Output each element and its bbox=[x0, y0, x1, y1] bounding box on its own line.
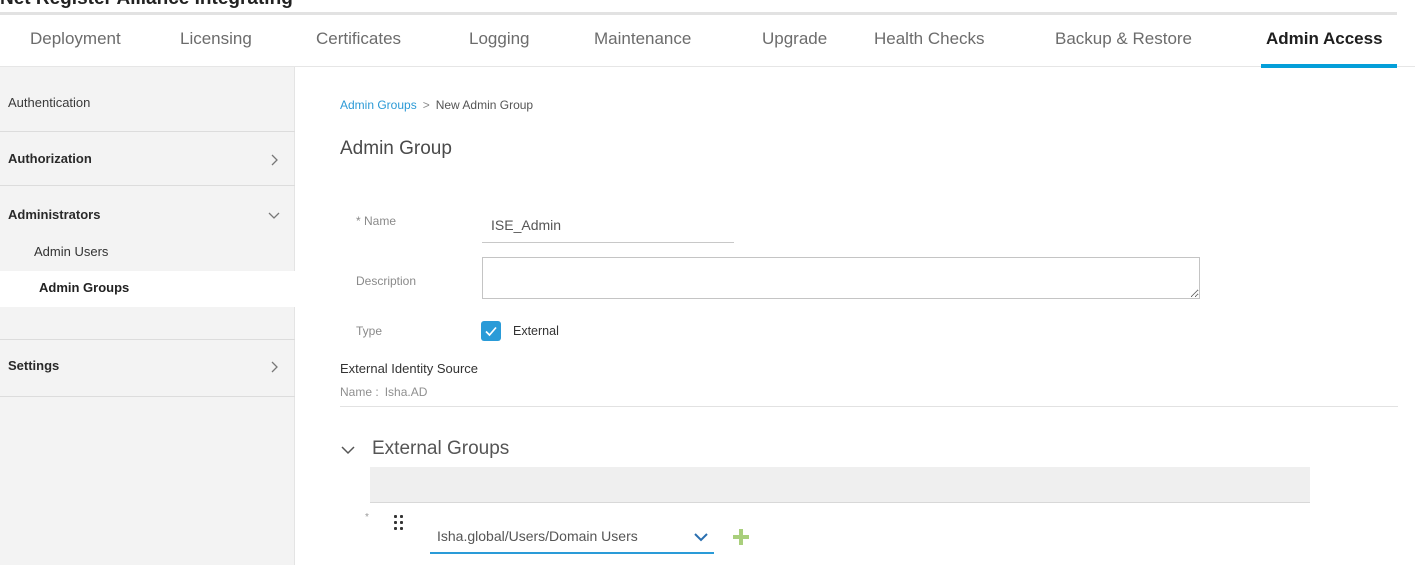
sidebar-divider bbox=[0, 185, 295, 186]
sidebar-item-authorization[interactable]: Authorization bbox=[0, 151, 295, 169]
identity-source-name-value: Isha.AD bbox=[384, 385, 428, 399]
external-checkbox[interactable] bbox=[481, 321, 501, 341]
page-title: Admin Group bbox=[340, 138, 452, 159]
tab-licensing[interactable]: Licensing bbox=[180, 15, 252, 67]
breadcrumb-separator: > bbox=[422, 98, 430, 112]
external-groups-header-bar bbox=[370, 467, 1310, 503]
sidebar-item-administrators[interactable]: Administrators bbox=[0, 207, 295, 225]
chevron-down-icon bbox=[268, 212, 280, 219]
tab-upgrade[interactable]: Upgrade bbox=[762, 15, 827, 67]
name-field[interactable] bbox=[482, 207, 734, 243]
cut-off-header-text: Net Register Alliance Integrating bbox=[0, 0, 293, 10]
name-label: * Name bbox=[356, 214, 397, 228]
external-group-select-value: Isha.global/Users/Domain Users bbox=[437, 528, 638, 544]
sidebar-item-label: Administrators bbox=[8, 207, 101, 222]
breadcrumb: Admin Groups > New Admin Group bbox=[340, 98, 533, 112]
cut-off-header: Net Register Alliance Integrating bbox=[0, 0, 1415, 10]
chevron-right-icon bbox=[271, 361, 278, 373]
external-groups-title: External Groups bbox=[372, 438, 510, 459]
tab-maintenance[interactable]: Maintenance bbox=[594, 15, 691, 67]
active-tab-indicator bbox=[1261, 64, 1397, 68]
sidebar-divider bbox=[0, 339, 295, 340]
sidebar-divider bbox=[0, 396, 295, 397]
drag-handle-icon[interactable] bbox=[394, 515, 404, 531]
tab-deployment[interactable]: Deployment bbox=[30, 15, 121, 67]
check-icon bbox=[485, 326, 497, 337]
tab-certificates[interactable]: Certificates bbox=[316, 15, 401, 67]
section-divider bbox=[340, 406, 1398, 407]
sidebar-item-label: Admin Users bbox=[34, 244, 109, 259]
external-identity-source-title: External Identity Source bbox=[340, 361, 479, 376]
tab-backup-restore[interactable]: Backup & Restore bbox=[1055, 15, 1192, 67]
required-marker: * bbox=[365, 512, 369, 523]
description-label: Description bbox=[356, 274, 417, 288]
chevron-down-icon bbox=[694, 533, 708, 542]
plus-icon[interactable] bbox=[732, 528, 750, 546]
sidebar-item-settings[interactable]: Settings bbox=[0, 358, 295, 376]
external-group-select[interactable]: Isha.global/Users/Domain Users bbox=[430, 520, 714, 554]
sidebar-item-admin-groups[interactable]: Admin Groups bbox=[0, 271, 295, 307]
external-identity-source-name: Name : Isha.AD bbox=[340, 385, 427, 399]
tab-logging[interactable]: Logging bbox=[469, 15, 530, 67]
breadcrumb-link-admin-groups[interactable]: Admin Groups bbox=[340, 98, 417, 112]
sidebar: Authentication Authorization Administrat… bbox=[0, 67, 295, 565]
sidebar-divider bbox=[0, 131, 295, 132]
external-checkbox-label: External bbox=[513, 324, 559, 338]
chevron-right-icon bbox=[271, 154, 278, 166]
sidebar-item-admin-users[interactable]: Admin Users bbox=[0, 235, 295, 271]
identity-source-name-label: Name : bbox=[340, 385, 379, 399]
tab-health-checks[interactable]: Health Checks bbox=[874, 15, 985, 67]
tab-bar: Deployment Licensing Certificates Loggin… bbox=[0, 15, 1415, 68]
tab-admin-access[interactable]: Admin Access bbox=[1266, 15, 1383, 67]
sidebar-item-label: Admin Groups bbox=[39, 280, 130, 295]
sidebar-item-label: Settings bbox=[8, 358, 60, 373]
chevron-down-icon bbox=[341, 446, 355, 455]
type-label: Type bbox=[356, 324, 383, 338]
breadcrumb-current: New Admin Group bbox=[435, 98, 534, 112]
description-field[interactable] bbox=[482, 257, 1200, 299]
sidebar-item-label: Authorization bbox=[8, 151, 92, 166]
sidebar-item-label: Authentication bbox=[8, 95, 91, 110]
